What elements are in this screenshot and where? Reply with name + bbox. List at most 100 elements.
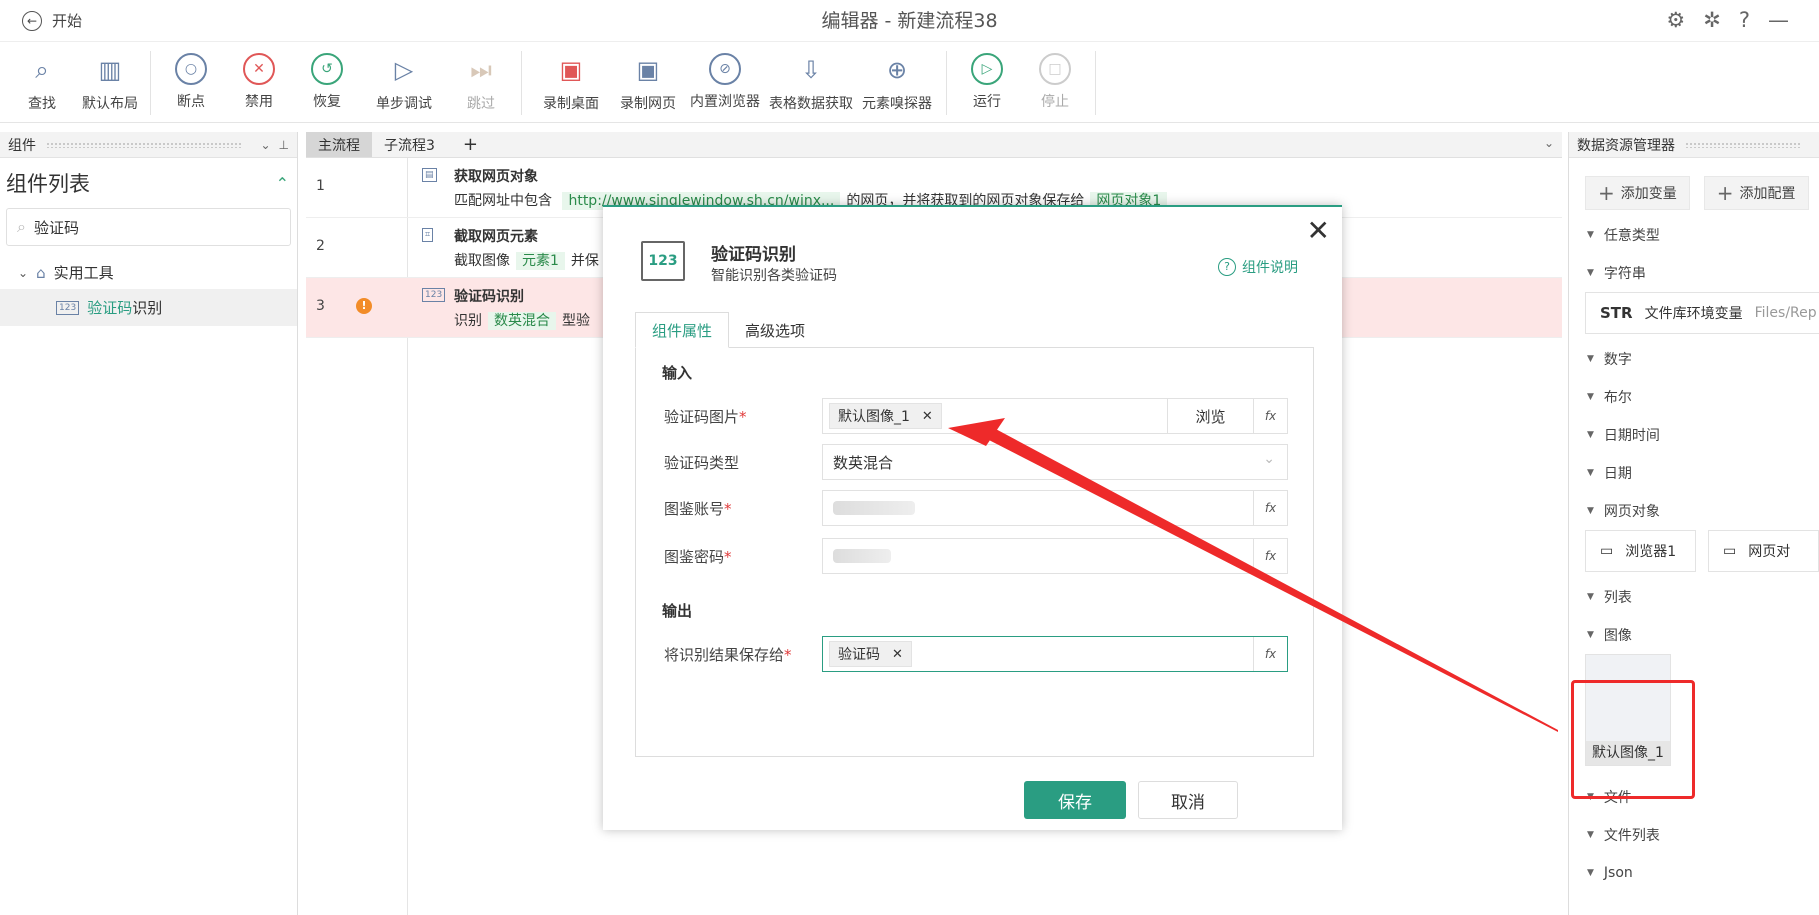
triangle-down-icon: ▼ <box>1587 354 1594 364</box>
web-object-icon: ▤ <box>422 168 437 182</box>
toolbox-icon: ⌂ <box>36 263 46 282</box>
fx-icon[interactable]: fx <box>1253 637 1287 671</box>
toolbar-stop[interactable]: □ 停止 <box>1021 43 1089 111</box>
toolbar-find[interactable]: ⌕ 查找 <box>8 43 76 113</box>
toolbar-table-data[interactable]: ⇩ 表格数据获取 <box>768 43 854 113</box>
category-image[interactable]: ▼ 图像 <box>1569 616 1819 654</box>
fx-icon[interactable]: fx <box>1253 399 1287 433</box>
category-webobj[interactable]: ▼ 网页对象 <box>1569 492 1819 530</box>
triangle-down-icon: ▼ <box>1587 268 1594 278</box>
tab-main-flow[interactable]: 主流程 <box>306 132 372 157</box>
fx-icon[interactable]: fx <box>1253 539 1287 573</box>
remove-chip-icon[interactable]: ✕ <box>922 409 933 424</box>
step-debug-icon: ▷ <box>394 56 414 84</box>
output-section-title: 输出 <box>662 602 693 620</box>
component-help-link[interactable]: ? 组件说明 <box>1218 257 1298 277</box>
close-icon[interactable]: ✕ <box>1307 217 1330 245</box>
triangle-down-icon: ▼ <box>1587 592 1594 602</box>
variable-card-string[interactable]: STR 文件库环境变量 Files/Rep <box>1585 292 1819 334</box>
browser-window-icon: ▭ <box>1600 543 1614 559</box>
account-label: 图鉴账号* <box>664 500 732 518</box>
data-resource-header: 数据资源管理器 <box>1569 132 1819 158</box>
save-result-field[interactable]: 验证码 ✕ fx <box>822 636 1288 672</box>
skip-icon: ⏭ <box>470 56 492 84</box>
add-config-button[interactable]: + 添加配置 <box>1703 176 1809 210</box>
chevron-down-icon[interactable]: ⌄ <box>1544 136 1554 150</box>
remove-chip-icon[interactable]: ✕ <box>892 647 903 662</box>
tree-group-utilities[interactable]: ⌄ ⌂ 实用工具 <box>0 256 297 289</box>
toolbar-run[interactable]: ▷ 运行 <box>953 43 1021 111</box>
collapse-icon[interactable]: ⌃ <box>276 174 289 193</box>
annotation-highlight-box <box>1571 680 1695 799</box>
layout-icon: ▥ <box>98 56 122 84</box>
pin-icon[interactable]: ⊥ <box>279 138 289 152</box>
variable-card-webpage[interactable]: ▭ 网页对 <box>1708 530 1819 572</box>
magnifier-icon: ⌕ <box>35 56 49 84</box>
component-panel-header: 组件 ⌄ ⊥ <box>0 132 297 158</box>
question-icon: ? <box>1218 258 1236 276</box>
save-result-label: 将识别结果保存给* <box>664 646 792 664</box>
component-list-title: 组件列表 ⌃ <box>6 172 289 196</box>
image-variable-chip: 默认图像_1 ✕ <box>829 403 942 429</box>
toolbar-default-layout[interactable]: ▥ 默认布局 <box>76 43 144 113</box>
password-field[interactable]: fx <box>822 538 1288 574</box>
category-any[interactable]: ▼ 任意类型 <box>1569 216 1819 254</box>
gear-icon[interactable]: ⚙ <box>1666 8 1685 32</box>
toolbar-record-web[interactable]: ▣ 录制网页 <box>614 43 682 113</box>
tab-subflow-3[interactable]: 子流程3 <box>372 132 447 157</box>
toolbar-breakpoint[interactable]: ○ 断点 <box>157 43 225 111</box>
breakpoint-icon: ○ <box>175 53 207 85</box>
category-list[interactable]: ▼ 列表 <box>1569 578 1819 616</box>
toolbar-builtin-browser[interactable]: ⊘ 内置浏览器 <box>682 43 768 111</box>
toolbar-record-desktop[interactable]: ▣ 录制桌面 <box>528 43 614 113</box>
fx-icon[interactable]: fx <box>1253 491 1287 525</box>
toolbar-element-sniffer[interactable]: ⊕ 元素嗅探器 <box>854 43 940 113</box>
help-icon[interactable]: ? <box>1739 8 1750 32</box>
download-table-icon: ⇩ <box>800 56 822 84</box>
record-web-icon: ▣ <box>636 56 660 84</box>
captcha-123-icon: 123 <box>641 241 685 281</box>
tools-icon[interactable]: ✲ <box>1703 8 1721 32</box>
toolbar-disable[interactable]: ✕ 禁用 <box>225 43 293 111</box>
component-search[interactable]: ⌕ <box>6 208 291 246</box>
dialog-form: 输入 验证码图片* 默认图像_1 ✕ 浏览 fx 验证码类型 数英混合 ⌄ 图鉴账… <box>635 347 1314 757</box>
dialog-subtitle: 智能识别各类验证码 <box>711 268 837 284</box>
toolbar-restore[interactable]: ↺ 恢复 <box>293 43 361 111</box>
tab-component-properties[interactable]: 组件属性 <box>635 312 730 348</box>
browse-button[interactable]: 浏览 <box>1167 399 1253 433</box>
plus-icon: + <box>1598 181 1615 205</box>
tab-advanced-options[interactable]: 高级选项 <box>729 312 821 348</box>
account-field[interactable]: fx <box>822 490 1288 526</box>
add-tab-button[interactable]: + <box>447 132 494 157</box>
save-button[interactable]: 保存 <box>1024 781 1126 819</box>
category-filelist[interactable]: ▼ 文件列表 <box>1569 816 1819 854</box>
minimize-icon[interactable]: — <box>1768 8 1789 32</box>
category-date[interactable]: ▼ 日期 <box>1569 454 1819 492</box>
variable-card-browser[interactable]: ▭ 浏览器1 <box>1585 530 1696 572</box>
password-label: 图鉴密码* <box>664 548 732 566</box>
redacted-value <box>833 549 891 563</box>
captcha-type-select[interactable]: 数英混合 ⌄ <box>822 444 1288 480</box>
category-json[interactable]: ▼ Json <box>1569 854 1819 892</box>
category-bool[interactable]: ▼ 布尔 <box>1569 378 1819 416</box>
triangle-down-icon: ▼ <box>1587 506 1594 516</box>
category-string[interactable]: ▼ 字符串 <box>1569 254 1819 292</box>
cancel-button[interactable]: 取消 <box>1138 781 1238 819</box>
warning-icon: ! <box>356 298 372 314</box>
browser-window-icon: ▭ <box>1723 543 1737 559</box>
category-datetime[interactable]: ▼ 日期时间 <box>1569 416 1819 454</box>
title-bar: ← 开始 编辑器 - 新建流程38 ⚙ ✲ ? — <box>0 0 1819 42</box>
chevron-down-icon[interactable]: ⌄ <box>260 138 270 152</box>
captcha-123-icon: 123 <box>422 288 446 302</box>
category-number[interactable]: ▼ 数字 <box>1569 340 1819 378</box>
search-input[interactable] <box>33 218 234 236</box>
captcha-image-field[interactable]: 默认图像_1 ✕ 浏览 fx <box>822 398 1288 434</box>
captcha-123-icon: 123 <box>56 300 80 315</box>
search-icon: ⌕ <box>17 217 26 236</box>
toolbar-skip[interactable]: ⏭ 跳过 <box>447 43 515 113</box>
add-variable-button[interactable]: + 添加变量 <box>1585 176 1690 210</box>
tree-item-captcha-recognition[interactable]: 123 验证码识别 <box>0 289 297 326</box>
dialog-title: 验证码识别 <box>711 245 796 265</box>
stop-icon: □ <box>1039 53 1071 85</box>
toolbar-step-debug[interactable]: ▷ 单步调试 <box>361 43 447 113</box>
